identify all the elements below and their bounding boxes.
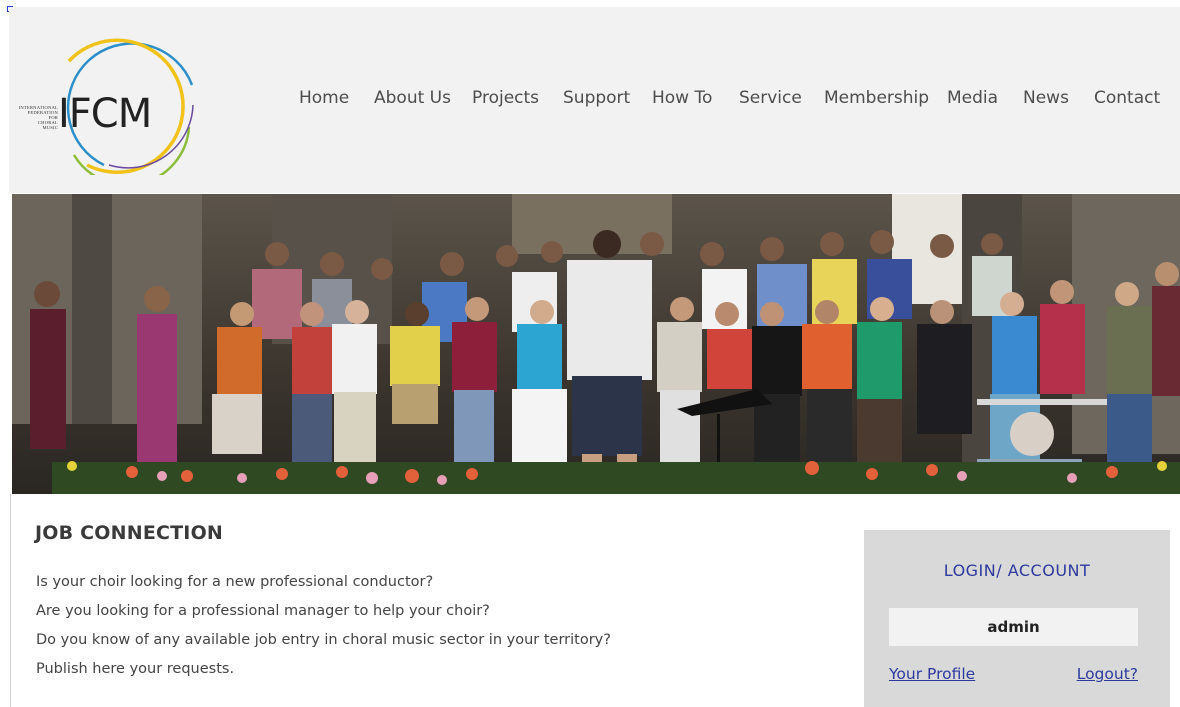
section-title: JOB CONNECTION [35, 522, 224, 544]
nav-home[interactable]: Home [299, 86, 374, 110]
username-display: admin [889, 608, 1138, 646]
logo-wordmark: IFCM [58, 91, 152, 137]
job-line: Publish here your requests. [36, 661, 235, 677]
nav-projects[interactable]: Projects [472, 86, 563, 110]
nav-news[interactable]: News [1023, 86, 1094, 110]
nav-how-to[interactable]: How To [652, 86, 739, 110]
job-connection-section: JOB CONNECTION Is your choir looking for… [10, 494, 1180, 707]
nav-contact[interactable]: Contact [1094, 86, 1160, 110]
hero-choir-photo [12, 194, 1180, 494]
job-line: Are you looking for a professional manag… [36, 603, 490, 619]
job-line: Is your choir looking for a new professi… [36, 574, 434, 590]
ifcm-logo[interactable]: INTERNATIONAL FEDERATION FOR CHORAL MUSI… [9, 25, 209, 175]
main-nav: Home About Us Projects Support How To Se… [299, 86, 1180, 110]
logout-link[interactable]: Logout? [1077, 665, 1138, 683]
nav-membership[interactable]: Membership [824, 86, 947, 110]
logo-subtitle: INTERNATIONAL FEDERATION FOR CHORAL MUSI… [18, 105, 58, 130]
site-header: INTERNATIONAL FEDERATION FOR CHORAL MUSI… [9, 7, 1180, 193]
login-account-panel: LOGIN/ ACCOUNT admin Your Profile Logout… [864, 530, 1170, 707]
login-title: LOGIN/ ACCOUNT [943, 561, 1091, 580]
job-line: Do you know of any available job entry i… [36, 632, 611, 648]
nav-about-us[interactable]: About Us [374, 86, 472, 110]
job-description: Is your choir looking for a new professi… [36, 568, 611, 684]
your-profile-link[interactable]: Your Profile [889, 665, 975, 683]
nav-support[interactable]: Support [563, 86, 652, 110]
nav-service[interactable]: Service [739, 86, 824, 110]
nav-media[interactable]: Media [947, 86, 1023, 110]
choir-photo [12, 194, 1180, 494]
